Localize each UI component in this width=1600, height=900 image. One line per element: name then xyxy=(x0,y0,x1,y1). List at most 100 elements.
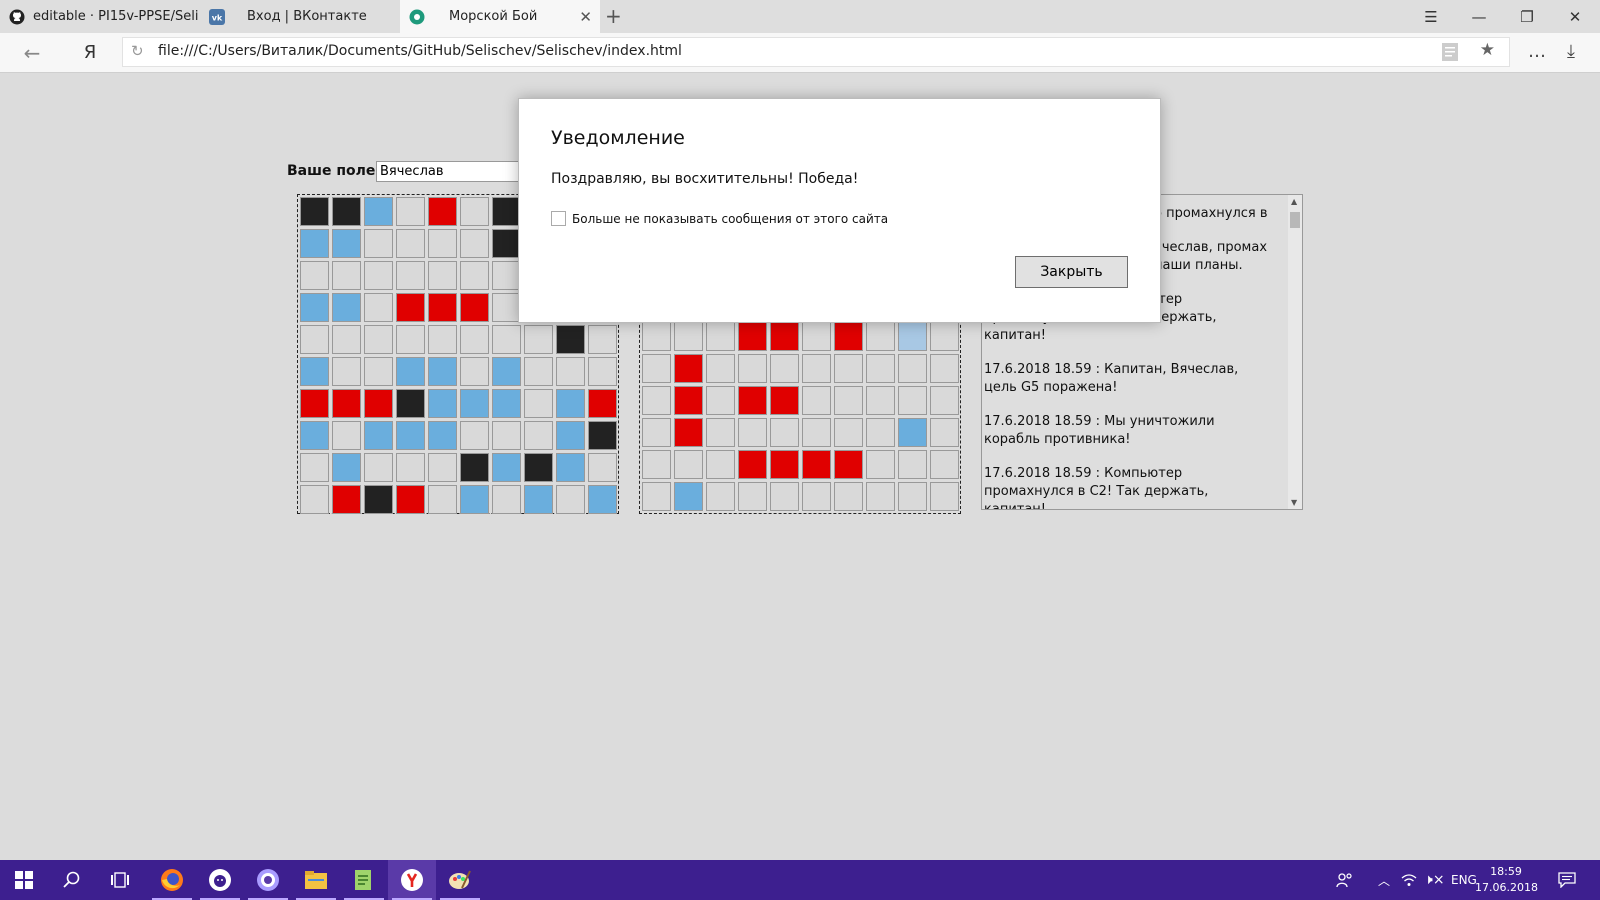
enemy-board-cell[interactable] xyxy=(770,354,799,383)
enemy-board-cell[interactable] xyxy=(642,354,671,383)
player-board-cell[interactable] xyxy=(364,325,393,354)
player-board-cell[interactable] xyxy=(300,293,329,322)
player-board-cell[interactable] xyxy=(492,197,521,226)
minimize-button[interactable]: — xyxy=(1456,0,1502,33)
reload-icon[interactable]: ↻ xyxy=(131,42,144,60)
enemy-board-cell[interactable] xyxy=(770,322,799,351)
player-board-cell[interactable] xyxy=(460,357,489,386)
enemy-board-cell[interactable] xyxy=(642,386,671,415)
player-board-cell[interactable] xyxy=(588,389,617,418)
windows-start-icon[interactable] xyxy=(0,860,48,900)
player-board-cell[interactable] xyxy=(524,357,553,386)
scroll-thumb[interactable] xyxy=(1290,212,1300,228)
yandex-button[interactable]: Я xyxy=(70,33,110,72)
enemy-board-cell[interactable] xyxy=(738,418,767,447)
enemy-board-cell[interactable] xyxy=(706,482,735,511)
enemy-board-cell[interactable] xyxy=(706,450,735,479)
enemy-board-cell[interactable] xyxy=(706,322,735,351)
enemy-board-cell[interactable] xyxy=(930,322,959,351)
tab-github[interactable]: editable · PI15v-PPSE/Selisch xyxy=(0,0,198,33)
player-board-cell[interactable] xyxy=(396,325,425,354)
player-board-cell[interactable] xyxy=(300,421,329,450)
enemy-board-cell[interactable] xyxy=(898,418,927,447)
player-board-cell[interactable] xyxy=(524,389,553,418)
player-board-cell[interactable] xyxy=(396,389,425,418)
player-board-cell[interactable] xyxy=(300,357,329,386)
enemy-board-cell[interactable] xyxy=(674,418,703,447)
enemy-board-cell[interactable] xyxy=(802,354,831,383)
bookmark-star-icon[interactable]: ★ xyxy=(1480,40,1495,60)
enemy-board-cell[interactable] xyxy=(802,450,831,479)
enemy-board-cell[interactable] xyxy=(674,482,703,511)
tab-sea-battle[interactable]: Морской Бой ✕ xyxy=(400,0,600,33)
player-board-cell[interactable] xyxy=(460,229,489,258)
enemy-board-cell[interactable] xyxy=(834,482,863,511)
player-board-cell[interactable] xyxy=(428,197,457,226)
task-view-icon[interactable] xyxy=(96,860,144,900)
file-explorer-icon[interactable] xyxy=(292,860,340,900)
player-board-cell[interactable] xyxy=(300,485,329,514)
player-board-cell[interactable] xyxy=(428,389,457,418)
enemy-board-cell[interactable] xyxy=(674,386,703,415)
close-tab-icon[interactable]: ✕ xyxy=(579,8,592,26)
player-board-cell[interactable] xyxy=(524,453,553,482)
player-board-cell[interactable] xyxy=(332,389,361,418)
player-board-cell[interactable] xyxy=(332,485,361,514)
player-board-cell[interactable] xyxy=(300,389,329,418)
player-board-cell[interactable] xyxy=(364,357,393,386)
player-board-cell[interactable] xyxy=(556,389,585,418)
enemy-board-cell[interactable] xyxy=(738,450,767,479)
player-board-cell[interactable] xyxy=(428,293,457,322)
reader-mode-icon[interactable] xyxy=(1441,42,1459,62)
player-board-cell[interactable] xyxy=(460,197,489,226)
back-button[interactable]: ← xyxy=(12,33,52,72)
player-board-cell[interactable] xyxy=(556,421,585,450)
github-desktop-icon[interactable] xyxy=(196,860,244,900)
enemy-board-cell[interactable] xyxy=(674,322,703,351)
clock[interactable]: 18:59 17.06.2018 xyxy=(1475,864,1538,896)
enemy-board-cell[interactable] xyxy=(706,354,735,383)
player-board-cell[interactable] xyxy=(428,485,457,514)
enemy-board-cell[interactable] xyxy=(866,322,895,351)
player-board-cell[interactable] xyxy=(300,197,329,226)
download-icon[interactable]: ⤓ xyxy=(1567,41,1575,62)
wifi-icon[interactable] xyxy=(1401,860,1417,900)
player-board-cell[interactable] xyxy=(588,453,617,482)
enemy-board-cell[interactable] xyxy=(898,386,927,415)
language-indicator[interactable]: ENG xyxy=(1451,860,1477,900)
player-board-cell[interactable] xyxy=(428,261,457,290)
enemy-board-cell[interactable] xyxy=(834,386,863,415)
enemy-board-cell[interactable] xyxy=(802,322,831,351)
player-board-cell[interactable] xyxy=(460,261,489,290)
player-board-cell[interactable] xyxy=(300,261,329,290)
close-window-button[interactable]: ✕ xyxy=(1552,0,1598,33)
scroll-up-icon[interactable]: ▲ xyxy=(1291,197,1297,206)
enemy-board-cell[interactable] xyxy=(642,418,671,447)
enemy-board-cell[interactable] xyxy=(834,354,863,383)
enemy-board-cell[interactable] xyxy=(834,418,863,447)
suppress-messages-label[interactable]: Больше не показывать сообщения от этого … xyxy=(572,212,888,226)
player-board-cell[interactable] xyxy=(300,325,329,354)
player-board-cell[interactable] xyxy=(396,229,425,258)
more-icon[interactable]: … xyxy=(1528,41,1546,62)
player-board-cell[interactable] xyxy=(492,357,521,386)
enemy-board-cell[interactable] xyxy=(738,386,767,415)
player-board-cell[interactable] xyxy=(396,293,425,322)
player-board-cell[interactable] xyxy=(492,453,521,482)
firefox-icon[interactable] xyxy=(148,860,196,900)
enemy-board-cell[interactable] xyxy=(802,482,831,511)
scroll-down-icon[interactable]: ▼ xyxy=(1291,498,1297,507)
player-board-cell[interactable] xyxy=(460,389,489,418)
player-board-cell[interactable] xyxy=(428,357,457,386)
player-board-cell[interactable] xyxy=(396,261,425,290)
player-board-cell[interactable] xyxy=(588,421,617,450)
player-board-cell[interactable] xyxy=(460,485,489,514)
log-scrollbar[interactable]: ▲ ▼ xyxy=(1288,195,1302,509)
player-board-cell[interactable] xyxy=(556,485,585,514)
player-board-cell[interactable] xyxy=(492,325,521,354)
gitkraken-icon[interactable] xyxy=(244,860,292,900)
enemy-board-cell[interactable] xyxy=(898,450,927,479)
enemy-board-cell[interactable] xyxy=(930,386,959,415)
enemy-board-cell[interactable] xyxy=(930,482,959,511)
player-board-cell[interactable] xyxy=(332,325,361,354)
